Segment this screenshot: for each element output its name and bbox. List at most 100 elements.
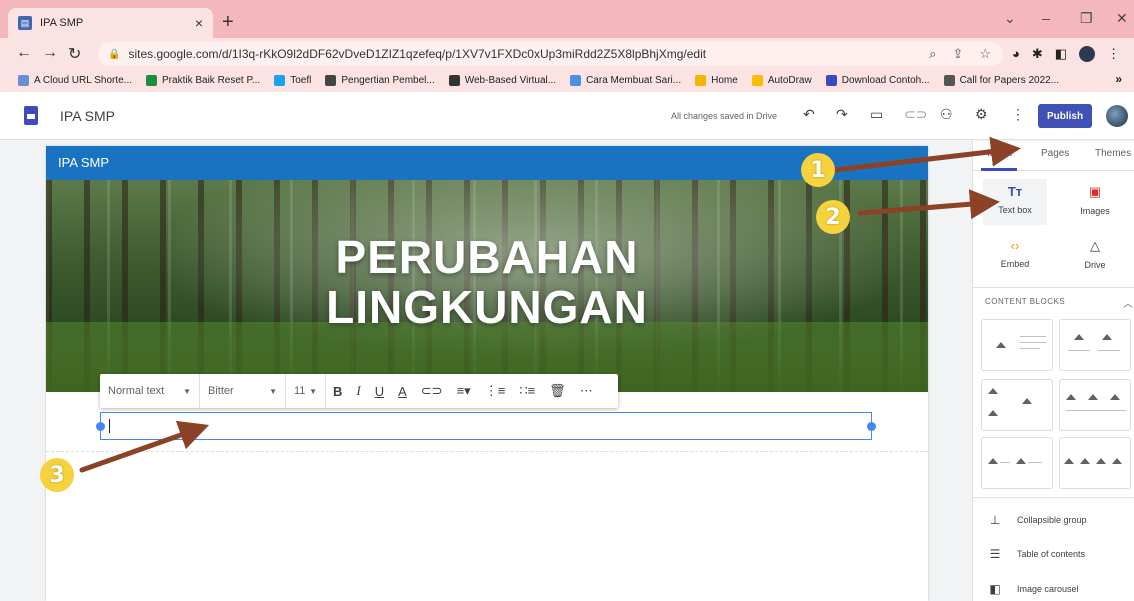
url-text: sites.google.com/d/1I3q-rKkO9l2dDF62vDve… (128, 47, 707, 61)
bookmark-item[interactable]: Praktik Baik Reset P... (146, 74, 260, 86)
image-carousel-icon: ◧ (989, 582, 1001, 596)
bookmark-label: A Cloud URL Shorte... (34, 74, 133, 86)
google-sites-logo-icon[interactable] (24, 106, 38, 125)
content-block-4[interactable] (1059, 379, 1131, 431)
insert-embed[interactable]: ‹› Embed (983, 233, 1047, 279)
redo-icon[interactable]: ↷ (836, 106, 848, 123)
active-tab-indicator (981, 168, 1017, 171)
settings-gear-icon[interactable]: ⚙ (975, 106, 988, 123)
browser-tab[interactable]: ▤ IPA SMP × (8, 8, 213, 38)
more-options-icon[interactable]: ⋮ (1011, 106, 1025, 123)
insert-collapsible-group[interactable]: ⊥ Collapsible group (973, 513, 1134, 527)
insert-images[interactable]: ▣ Images (1063, 179, 1127, 225)
reload-icon[interactable]: ↻ (68, 44, 81, 64)
share-icon[interactable]: ⇪ (952, 46, 963, 62)
text-box-icon: Tт (1007, 184, 1023, 199)
bookmark-star-icon[interactable]: ☆ (979, 46, 991, 62)
bold-icon[interactable]: B (326, 384, 349, 399)
insert-drive-label: Drive (1084, 260, 1106, 270)
more-icon[interactable]: ⋯ (573, 383, 600, 399)
forward-icon[interactable]: → (42, 44, 58, 62)
restore-icon[interactable]: ❐ (1080, 10, 1093, 27)
insert-drive[interactable]: △ Drive (1063, 233, 1127, 279)
url-input[interactable]: 🔒 sites.google.com/d/1I3q-rKkO9l2dDF62vD… (98, 42, 1003, 66)
hero-title-line-2: LINGKUNGAN (326, 281, 648, 333)
window-close-icon[interactable]: ✕ (1116, 10, 1128, 27)
tab-pages[interactable]: Pages (1041, 148, 1069, 159)
bookmark-label: Pengertian Pembel... (341, 74, 435, 86)
new-tab-button[interactable]: + (222, 12, 234, 32)
back-icon[interactable]: ← (16, 44, 32, 62)
bookmark-item[interactable]: Toefl (274, 74, 311, 86)
text-color-icon[interactable]: A (391, 384, 414, 399)
user-avatar[interactable] (1106, 105, 1128, 127)
embed-icon: ‹› (1010, 238, 1020, 253)
text-box-input[interactable] (96, 412, 876, 440)
tab-insert[interactable]: Insert (987, 148, 1012, 159)
insert-text-box[interactable]: Tт Text box (983, 179, 1047, 225)
resize-handle-right[interactable] (867, 422, 876, 431)
numbered-list-icon[interactable]: ⋮≡ (478, 383, 513, 399)
undo-icon[interactable]: ↶ (803, 106, 815, 123)
font-select[interactable]: Bitter ▼ (200, 374, 286, 408)
preview-icon[interactable]: ▭ (870, 106, 883, 123)
bookmark-item[interactable]: Call for Papers 2022... (943, 74, 1059, 86)
paragraph-style-select[interactable]: Normal text ▼ (100, 374, 200, 408)
delete-icon[interactable]: 🗑 (542, 383, 573, 399)
hero-title[interactable]: PERUBAHAN LINGKUNGAN (46, 232, 928, 332)
copy-link-icon[interactable]: ⊂⊃ (904, 106, 927, 123)
bookmark-favicon-icon (325, 74, 337, 86)
tab-search-icon[interactable]: ⌄ (1004, 10, 1016, 27)
extension-icon[interactable]: ◕ (1012, 46, 1020, 62)
step-badge-3: 3 (40, 458, 74, 492)
content-block-5[interactable] (981, 437, 1053, 489)
tab-themes[interactable]: Themes (1095, 148, 1131, 159)
bookmark-favicon-icon (943, 74, 955, 86)
content-block-6[interactable] (1059, 437, 1131, 489)
bookmark-item[interactable]: Web-Based Virtual... (448, 74, 556, 86)
bulleted-list-icon[interactable]: ∷≡ (512, 383, 542, 399)
hero-banner-image[interactable]: PERUBAHAN LINGKUNGAN (46, 180, 928, 392)
align-icon[interactable]: ≡▾ (450, 383, 478, 399)
insert-table-of-contents[interactable]: ☰ Table of contents (973, 547, 1134, 561)
italic-icon[interactable]: I (349, 383, 367, 399)
share-with-others-icon[interactable]: ⚇ (940, 106, 953, 123)
bookmark-item[interactable]: AutoDraw (751, 74, 812, 86)
chrome-menu-icon[interactable]: ⋮ (1107, 46, 1120, 62)
insert-link-icon[interactable]: ⊂⊃ (414, 383, 450, 399)
zoom-icon[interactable]: ⌕ (929, 46, 936, 62)
resize-handle-left[interactable] (96, 422, 105, 431)
bookmark-item[interactable]: Pengertian Pembel... (325, 74, 435, 86)
bookmark-favicon-icon (448, 74, 460, 86)
chevron-down-icon: ▼ (309, 386, 317, 396)
paragraph-style-value: Normal text (108, 385, 165, 397)
bookmark-item[interactable]: Download Contoh... (825, 74, 930, 86)
hero-title-line-1: PERUBAHAN (335, 231, 639, 283)
bookmark-item[interactable]: Cara Membuat Sari... (570, 74, 681, 86)
publish-button[interactable]: Publish (1038, 104, 1092, 128)
font-size-value: 11 (294, 385, 306, 397)
bookmark-item[interactable]: Home (695, 74, 738, 86)
profile-avatar[interactable] (1079, 46, 1096, 62)
bookmarks-overflow-icon[interactable]: » (1115, 72, 1122, 86)
insert-text-box-label: Text box (998, 205, 1032, 215)
underline-icon[interactable]: U (368, 384, 391, 399)
bookmark-favicon-icon (18, 74, 29, 86)
insert-embed-label: Embed (1000, 259, 1030, 269)
close-tab-icon[interactable]: × (195, 15, 203, 31)
puzzle-icon[interactable]: ✱ (1032, 46, 1043, 62)
site-title-bar[interactable]: IPA SMP (46, 146, 928, 180)
bookmark-favicon-icon (146, 74, 158, 86)
minimize-icon[interactable]: – (1042, 10, 1050, 26)
chevron-up-icon[interactable]: ︿ (1123, 295, 1133, 310)
side-panel-icon[interactable]: ◧ (1055, 46, 1067, 62)
content-block-2[interactable] (1059, 319, 1131, 371)
insert-image-carousel[interactable]: ◧ Image carousel (973, 582, 1134, 596)
bookmark-item[interactable]: A Cloud URL Shorte... (18, 74, 133, 86)
font-size-select[interactable]: 11 ▼ (286, 374, 326, 408)
lock-icon: 🔒 (108, 48, 121, 60)
content-block-3[interactable] (981, 379, 1053, 431)
save-status: All changes saved in Drive (671, 111, 778, 121)
content-block-1[interactable] (981, 319, 1053, 371)
site-name[interactable]: IPA SMP (60, 108, 115, 124)
